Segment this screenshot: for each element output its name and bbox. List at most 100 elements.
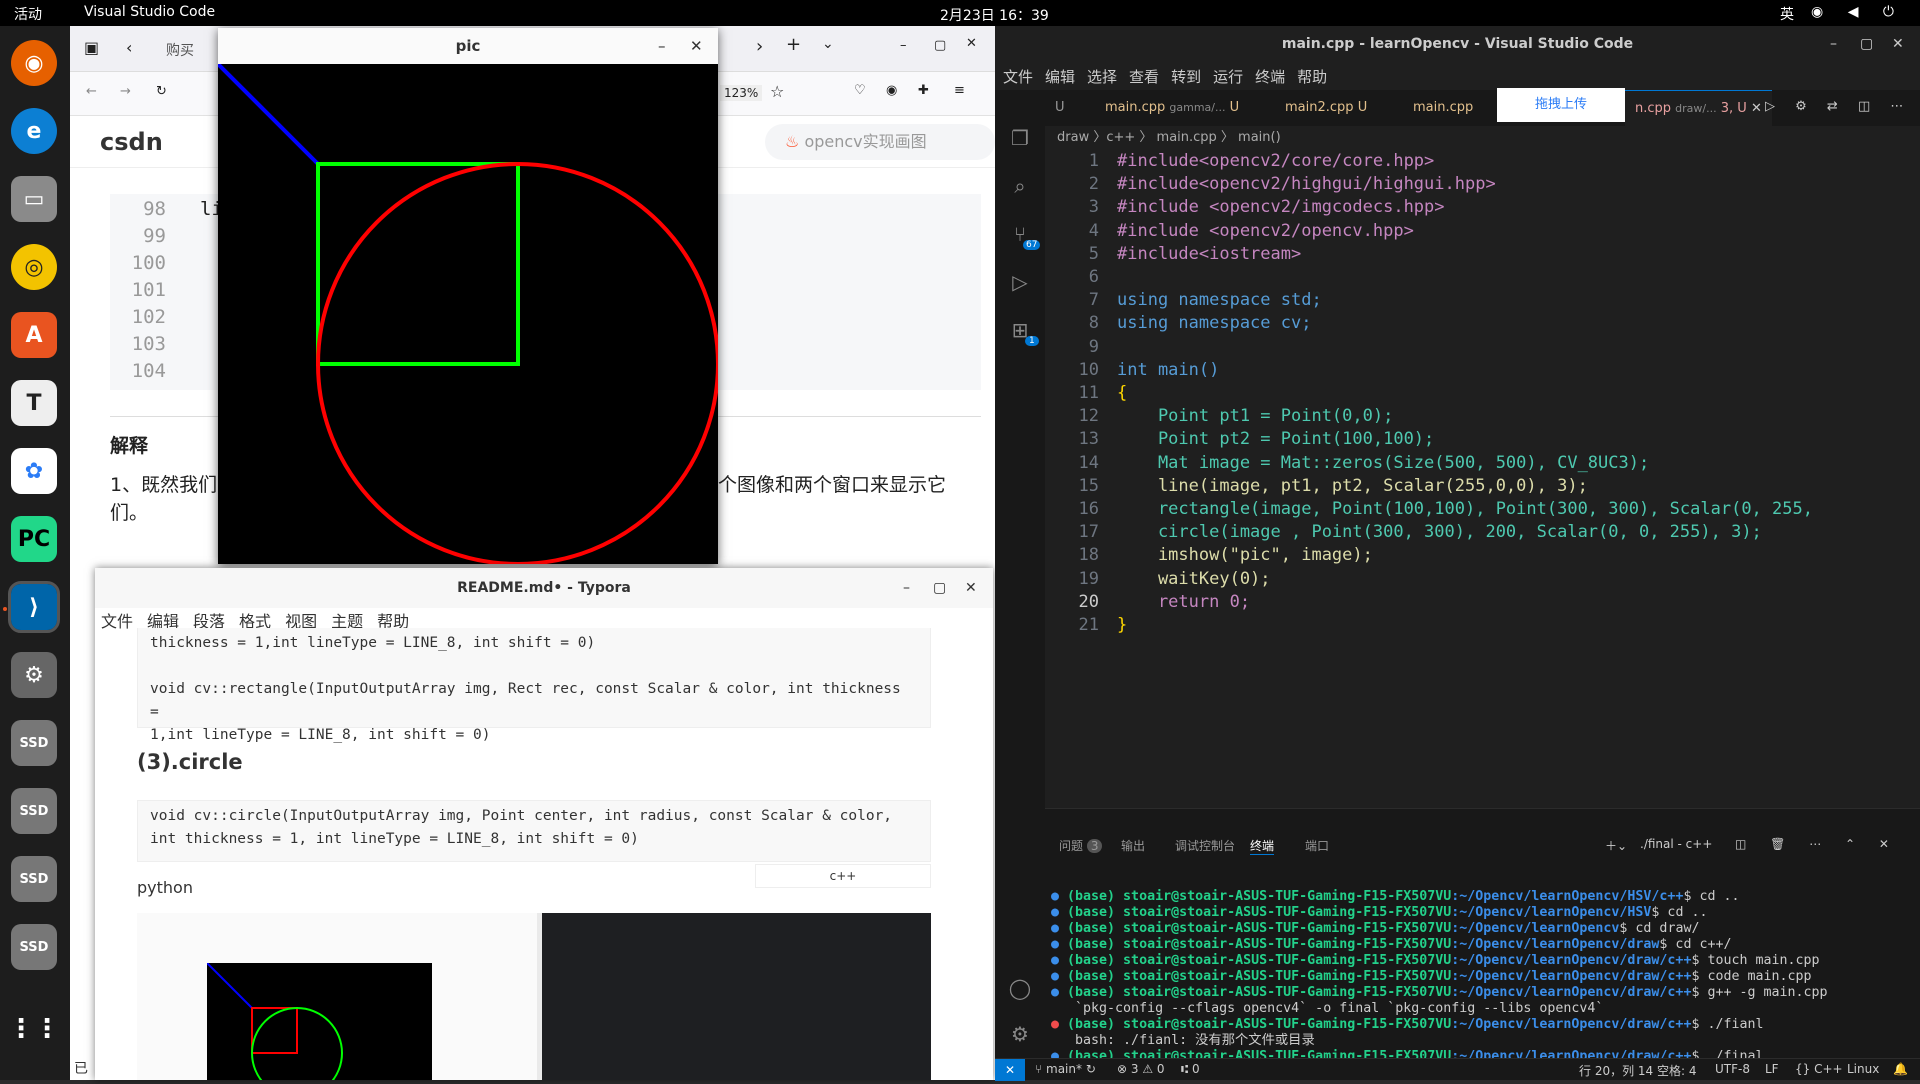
tab-main-gamma[interactable]: main.cpp gamma/... U — [1095, 90, 1249, 126]
chevron-down-icon[interactable]: ⌄ — [822, 36, 834, 52]
menu-item[interactable]: 转到 — [1171, 68, 1201, 86]
menu-item[interactable]: 查看 — [1129, 68, 1159, 86]
back-icon[interactable]: ‹ — [126, 38, 132, 57]
problems-indicator[interactable]: ⊗ 3 ⚠ 0 — [1117, 1062, 1165, 1076]
cursor-position[interactable]: 行 20，列 14 — [1579, 1062, 1653, 1079]
maximize-icon[interactable]: ▢ — [934, 38, 946, 53]
search-input[interactable]: ♨ opencv实现画图 — [765, 124, 995, 160]
upload-overlay[interactable]: 拖拽上传 — [1497, 88, 1625, 122]
typora-icon[interactable]: T — [11, 380, 57, 426]
account-icon[interactable]: ◯ — [1007, 976, 1033, 1002]
code-editor[interactable]: 1 #include<opencv2/core/core.hpp> 2 #includ… — [1045, 150, 1875, 800]
minimize-icon[interactable]: – — [900, 38, 907, 53]
bookmark-star-icon[interactable]: ☆ — [770, 82, 784, 101]
close-icon[interactable]: ✕ — [965, 568, 977, 608]
firefox-icon[interactable]: ◉ — [11, 40, 57, 86]
forward-icon[interactable]: › — [756, 36, 763, 57]
rhythmbox-icon[interactable]: ◎ — [11, 244, 57, 290]
indentation[interactable]: 空格: 4 — [1657, 1062, 1697, 1079]
baidu-netdisk-icon[interactable]: ✿ — [11, 448, 57, 494]
breadcrumb[interactable]: draw 〉c++ 〉 main.cpp 〉 main() — [1057, 126, 1281, 150]
close-icon[interactable]: ✕ — [966, 36, 977, 51]
drive-icon[interactable]: SSD — [11, 924, 57, 970]
drive-icon[interactable]: SSD — [11, 788, 57, 834]
files-icon[interactable]: ▭ — [11, 176, 57, 222]
menu-item[interactable]: 文件 — [101, 612, 133, 631]
close-icon[interactable]: ✕ — [690, 28, 703, 64]
focused-app-label[interactable]: Visual Studio Code — [84, 4, 215, 20]
tab-main-3[interactable]: main.cpp — [1403, 90, 1483, 126]
branch-indicator[interactable]: ⑂ main* ↻ — [1035, 1062, 1096, 1076]
tab-problems[interactable]: 问题 3 — [1059, 837, 1103, 854]
terminal-path: :~/Opencv/learnOpencv/draw/c++ — [1451, 985, 1692, 1000]
system-tray[interactable]: ◉ ◀ ⏻ — [1811, 4, 1904, 20]
menu-item[interactable]: 编辑 — [1045, 68, 1075, 86]
input-method-indicator[interactable]: 英 — [1780, 4, 1794, 24]
close-icon[interactable]: ✕ — [1751, 101, 1762, 116]
software-center-icon[interactable]: A — [11, 312, 57, 358]
menu-icon[interactable]: ≡ — [954, 83, 965, 98]
close-icon[interactable]: ✕ — [1892, 26, 1904, 62]
terminal-name[interactable]: ./final - c++ — [1640, 837, 1712, 851]
run-debug-icon[interactable]: ▷ — [1007, 270, 1033, 296]
vscode-icon[interactable]: ⟩ — [8, 581, 60, 633]
extensions-icon[interactable]: ✚ — [918, 83, 929, 98]
remote-icon[interactable]: ✕ — [995, 1059, 1025, 1081]
maximize-icon[interactable]: ▢ — [1860, 26, 1873, 62]
ports-indicator[interactable]: ⑆ 0 — [1181, 1062, 1200, 1076]
drive-icon[interactable]: SSD — [11, 720, 57, 766]
code-language-selector[interactable]: c++ — [755, 864, 931, 888]
code-line: #include <opencv2/imgcodecs.hpp> — [1117, 197, 1445, 218]
new-tab-icon[interactable]: + — [786, 34, 801, 55]
search-icon[interactable]: ⌕ — [1007, 174, 1033, 200]
pocket-icon[interactable]: ♡ — [854, 83, 866, 98]
csdn-logo[interactable]: csdn — [100, 128, 163, 156]
terminal-user: (base) stoair@stoair-ASUS-TUF-Gaming-F15… — [1067, 937, 1452, 952]
gear-icon[interactable]: ⚙ — [1007, 1022, 1033, 1048]
minimize-icon[interactable]: – — [1830, 26, 1837, 62]
code-block[interactable]: thickness = 1,int lineType = LINE_8, int… — [137, 628, 931, 743]
tab[interactable]: U — [1045, 90, 1075, 126]
zoom-level[interactable]: 123% — [720, 85, 763, 101]
tab-terminal[interactable]: 终端 — [1250, 837, 1275, 855]
tab-main-active[interactable]: n.cpp draw/... 3, U ✕ — [1625, 90, 1772, 126]
tab-debug-console[interactable]: 调试控制台 — [1175, 837, 1235, 854]
app-grid-icon[interactable]: ⋮⋮ — [8, 1006, 60, 1052]
encoding[interactable]: UTF-8 — [1715, 1062, 1750, 1076]
minimize-icon[interactable]: – — [658, 28, 666, 64]
menu-item[interactable]: 帮助 — [1297, 68, 1327, 86]
menu-item[interactable]: 运行 — [1213, 68, 1243, 86]
tab-label[interactable]: 购买 — [166, 40, 194, 60]
terminal-output[interactable]: ● (base) stoair@stoair-ASUS-TUF-Gaming-F… — [1051, 889, 1828, 1081]
minimize-icon[interactable]: – — [903, 568, 910, 608]
activities-button[interactable]: 活动 — [14, 4, 42, 24]
editor-actions[interactable]: ▷ ⚙ ⇄ ◫ ⋯ — [1765, 99, 1911, 114]
tab-output[interactable]: 输出 — [1121, 837, 1145, 854]
account-icon[interactable]: ◉ — [886, 83, 897, 98]
new-terminal-icon[interactable]: ＋⌄ — [1605, 837, 1627, 854]
window-titlebar: main.cpp - learnOpencv - Visual Studio C… — [995, 26, 1920, 62]
explorer-icon[interactable]: ❐ — [1007, 126, 1033, 152]
clock[interactable]: 2月23日 16：39 — [940, 5, 1049, 25]
menu-item[interactable]: 文件 — [1003, 68, 1033, 86]
reload-icon[interactable]: ↻ — [156, 84, 167, 99]
tab-main2[interactable]: main2.cpp U — [1275, 90, 1377, 126]
pycharm-icon[interactable]: PC — [11, 516, 57, 562]
forward-icon[interactable]: → — [120, 84, 131, 99]
settings-icon[interactable]: ⚙ — [11, 652, 57, 698]
tab-ports[interactable]: 端口 — [1305, 837, 1329, 854]
language-mode[interactable]: {} C++ — [1795, 1062, 1843, 1076]
code-block[interactable]: void cv::circle(InputOutputArray img, Po… — [137, 800, 931, 862]
drive-icon[interactable]: SSD — [11, 856, 57, 902]
back-icon[interactable]: ← — [86, 84, 97, 99]
maximize-icon[interactable]: ▢ — [933, 568, 946, 608]
os-indicator[interactable]: Linux — [1847, 1062, 1879, 1076]
terminal-command: $ touch main.cpp — [1691, 953, 1820, 968]
menu-item[interactable]: 终端 — [1255, 68, 1285, 86]
edge-icon[interactable]: e — [11, 108, 57, 154]
bell-icon[interactable]: 🔔 — [1893, 1062, 1908, 1076]
eol[interactable]: LF — [1765, 1062, 1779, 1076]
menu-item[interactable]: 选择 — [1087, 68, 1117, 86]
tab-overview-icon[interactable]: ▣ — [84, 38, 99, 57]
panel-actions[interactable]: ◫ 🗑 ⋯ ⌃ ✕ — [1735, 837, 1899, 851]
